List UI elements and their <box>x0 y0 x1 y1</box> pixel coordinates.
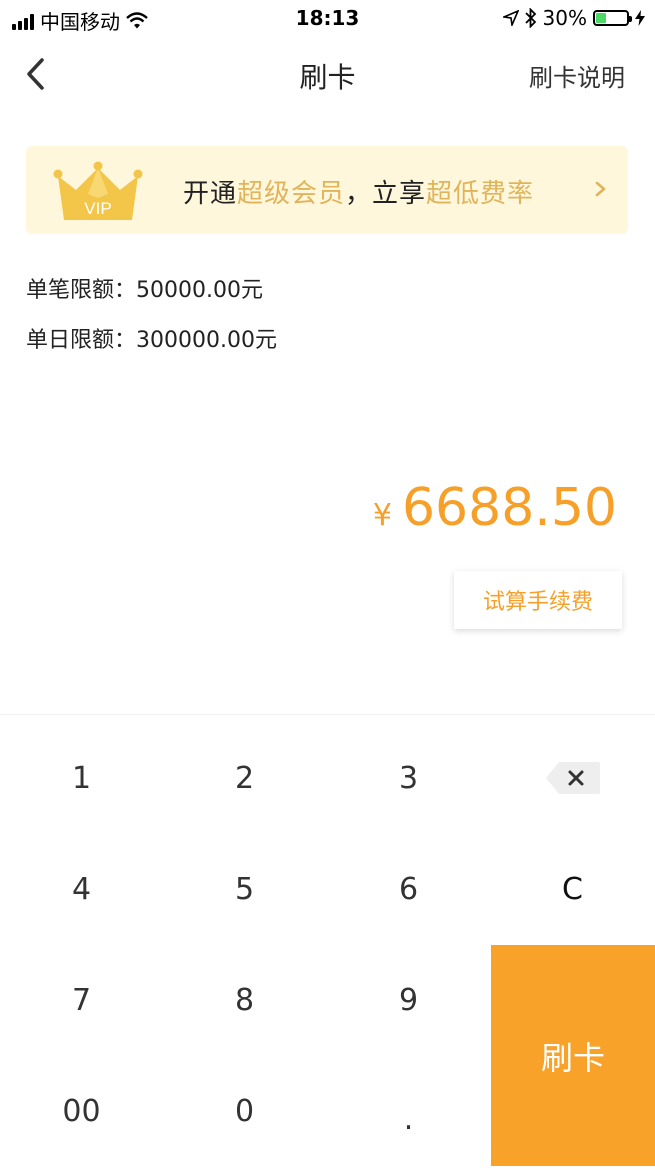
nav-bar: 刷卡 刷卡说明 <box>0 38 655 110</box>
key-00[interactable]: 00 <box>0 1056 163 1166</box>
key-4[interactable]: 4 <box>0 834 163 944</box>
key-6[interactable]: 6 <box>327 834 490 944</box>
card-instructions-link[interactable]: 刷卡说明 <box>529 58 625 93</box>
numeric-keypad: 1 2 3 4 5 6 C 7 8 9 00 0 . 刷卡 <box>0 714 655 1166</box>
key-9[interactable]: 9 <box>327 945 490 1055</box>
bluetooth-icon <box>524 8 536 28</box>
location-icon <box>502 10 519 26</box>
amount-display: ¥ 6688.50 <box>373 478 617 538</box>
key-5[interactable]: 5 <box>163 834 326 944</box>
key-2[interactable]: 2 <box>163 723 326 833</box>
daily-limit: 单日限额：300000.00元 <box>26 328 277 353</box>
vip-crown-icon: VIP <box>53 161 143 220</box>
backspace-icon <box>545 762 600 794</box>
status-bar-right: 30% <box>502 6 645 30</box>
swipe-card-button[interactable]: 刷卡 <box>491 945 655 1166</box>
currency-symbol: ¥ <box>372 498 392 533</box>
single-limit: 单笔限额：50000.00元 <box>26 278 263 303</box>
key-7[interactable]: 7 <box>0 945 163 1055</box>
amount-value: 6688.50 <box>401 478 617 538</box>
key-decimal[interactable]: . <box>327 1064 490 1174</box>
calculate-fee-button[interactable]: 试算手续费 <box>454 571 622 629</box>
key-0[interactable]: 0 <box>163 1056 326 1166</box>
battery-percent: 30% <box>542 6 587 30</box>
chevron-right-icon <box>595 181 606 197</box>
vip-promo-text: 开通超级会员，立享超低费率 <box>183 179 535 209</box>
battery-icon <box>593 10 632 26</box>
vip-banner[interactable]: VIP 开通超级会员，立享超低费率 <box>26 146 628 234</box>
delete-key[interactable] <box>491 723 654 833</box>
key-8[interactable]: 8 <box>163 945 326 1055</box>
vip-badge-label: VIP <box>84 199 111 218</box>
charging-icon <box>635 10 645 26</box>
key-1[interactable]: 1 <box>0 723 163 833</box>
status-bar: 中国移动 18:13 30% <box>0 0 655 38</box>
clear-key[interactable]: C <box>491 834 654 944</box>
back-chevron-icon[interactable] <box>22 56 52 92</box>
key-3[interactable]: 3 <box>327 723 490 833</box>
